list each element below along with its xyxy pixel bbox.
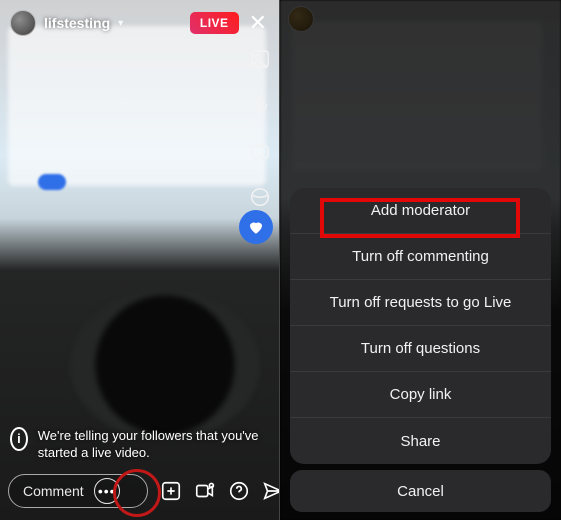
sheet-add-moderator[interactable]: Add moderator <box>290 188 551 234</box>
sheet-item-label: Add moderator <box>371 202 470 219</box>
chevron-down-icon[interactable]: ▾ <box>118 18 123 29</box>
sheet-cancel-button[interactable]: Cancel <box>290 470 551 512</box>
sheet-turn-off-questions[interactable]: Turn off questions <box>290 326 551 372</box>
add-media-icon[interactable] <box>160 479 182 503</box>
more-options-button[interactable]: ••• <box>94 478 120 504</box>
cancel-label: Cancel <box>397 483 444 500</box>
action-sheet: Add moderator Turn off commenting Turn o… <box>290 188 551 464</box>
sheet-copy-link[interactable]: Copy link <box>290 372 551 418</box>
sheet-item-label: Turn off commenting <box>352 248 489 265</box>
effects-icon[interactable] <box>247 184 273 210</box>
sheet-item-label: Turn off questions <box>361 340 480 357</box>
sheet-turn-off-requests[interactable]: Turn off requests to go Live <box>290 280 551 326</box>
reaction-heart-icon[interactable] <box>239 210 273 244</box>
avatar[interactable] <box>10 10 36 36</box>
media-icon[interactable] <box>247 46 273 72</box>
questions-icon[interactable] <box>228 479 250 503</box>
live-badge: LIVE <box>190 12 239 34</box>
live-options-sheet-screen: Add moderator Turn off commenting Turn o… <box>280 0 561 520</box>
sheet-item-label: Turn off requests to go Live <box>330 294 512 311</box>
close-icon[interactable]: ✕ <box>247 10 269 36</box>
microphone-icon[interactable] <box>247 92 273 118</box>
broadcast-notice: i We're telling your followers that you'… <box>10 427 269 462</box>
sheet-share[interactable]: Share <box>290 418 551 464</box>
sheet-item-label: Copy link <box>390 386 452 403</box>
live-topbar: lifstesting ▾ LIVE ✕ <box>0 6 279 40</box>
comment-input[interactable]: Comment ••• <box>8 474 148 508</box>
comment-placeholder: Comment <box>23 483 84 499</box>
notice-text: We're telling your followers that you've… <box>38 427 269 462</box>
username-label[interactable]: lifstesting <box>44 15 110 31</box>
invite-guest-icon[interactable] <box>194 479 216 503</box>
live-broadcast-screen: lifstesting ▾ LIVE ✕ i We're telling you… <box>0 0 280 520</box>
camera-flip-icon[interactable] <box>247 138 273 164</box>
live-bottombar: Comment ••• <box>8 472 271 510</box>
info-icon: i <box>10 427 28 451</box>
sheet-turn-off-commenting[interactable]: Turn off commenting <box>290 234 551 280</box>
sheet-item-label: Share <box>400 433 440 450</box>
live-tools-rail <box>247 46 273 210</box>
send-icon[interactable] <box>262 479 280 503</box>
